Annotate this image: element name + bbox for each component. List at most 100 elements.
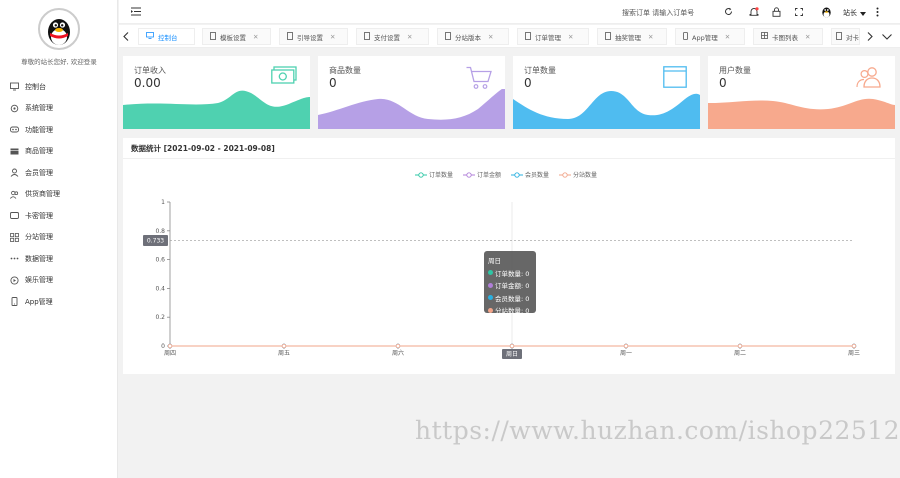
sidebar-item-entertainment[interactable]: 娱乐管理 bbox=[0, 270, 118, 292]
stat-card-order-count: 订单数量 0 bbox=[513, 56, 700, 129]
sidebar-item-features[interactable]: 功能管理 bbox=[0, 119, 118, 141]
tab-substation-version[interactable]: 分站版本 ✕ bbox=[437, 28, 509, 45]
close-icon[interactable]: ✕ bbox=[407, 33, 412, 41]
close-icon[interactable]: ✕ bbox=[330, 33, 335, 41]
sidebar-item-suppliers[interactable]: 供货商管理 bbox=[0, 184, 118, 206]
order-search-input[interactable]: 搜索订单 请输入订单号 bbox=[622, 8, 694, 18]
money-icon bbox=[271, 66, 297, 88]
fullscreen-icon[interactable] bbox=[795, 8, 803, 18]
user-avatar[interactable] bbox=[820, 5, 833, 20]
more-menu-icon[interactable] bbox=[876, 7, 879, 19]
sidebar-item-products[interactable]: 商品管理 bbox=[0, 141, 118, 163]
y-tick-label: 1 bbox=[161, 199, 165, 206]
tab-payment-settings[interactable]: 支付设置 ✕ bbox=[356, 28, 429, 45]
y-tick-label: 0.4 bbox=[155, 285, 165, 292]
sidebar: 尊敬的站长您好, 欢迎登录 控制台 系统管理 功能管理 商品管理 会员管理 供货… bbox=[0, 0, 118, 478]
user-icon bbox=[10, 168, 19, 178]
sidebar-item-data[interactable]: 数据管理 bbox=[0, 248, 118, 270]
monitor-icon bbox=[10, 82, 19, 91]
refresh-icon[interactable] bbox=[724, 7, 733, 18]
watermark: https://www.huzhan.com/ishop22512 bbox=[415, 416, 900, 445]
sidebar-item-dashboard[interactable]: 控制台 bbox=[0, 76, 118, 98]
tabs-dropdown-icon[interactable] bbox=[882, 34, 892, 42]
wave-decoration bbox=[318, 89, 505, 129]
x-tick-label: 周三 bbox=[848, 350, 860, 357]
sidebar-item-system[interactable]: 系统管理 bbox=[0, 98, 118, 120]
username-label[interactable]: 站长 bbox=[843, 8, 857, 18]
sidebar-item-label: 数据管理 bbox=[25, 254, 53, 263]
x-tick-label: 周一 bbox=[620, 350, 632, 357]
tab-label: 引导设置 bbox=[297, 33, 323, 42]
stat-card-order-income: 订单收入 0.00 bbox=[123, 56, 310, 129]
tab-partial[interactable]: 对卡 bbox=[831, 28, 860, 45]
data-point bbox=[623, 343, 629, 349]
users-icon bbox=[10, 190, 19, 199]
stat-card-user-count: 用户数量 0 bbox=[708, 56, 895, 129]
wave-decoration bbox=[708, 98, 895, 129]
stat-card-value: 0 bbox=[719, 76, 727, 90]
avatar[interactable] bbox=[38, 8, 80, 50]
phone-icon bbox=[10, 297, 19, 307]
tooltip-row: 订单数量: 0 bbox=[495, 269, 530, 278]
close-icon[interactable]: ✕ bbox=[805, 33, 810, 41]
grid-icon bbox=[761, 32, 768, 41]
tab-template-settings[interactable]: 模板设置 ✕ bbox=[202, 28, 271, 45]
lock-icon[interactable] bbox=[772, 7, 781, 19]
tab-app-management[interactable]: App管理 ✕ bbox=[675, 28, 745, 45]
close-icon[interactable]: ✕ bbox=[725, 33, 730, 41]
tab-order-management[interactable]: 订单管理 ✕ bbox=[517, 28, 589, 45]
sidebar-item-label: 系统管理 bbox=[25, 104, 53, 113]
dots-icon bbox=[10, 254, 19, 263]
data-point bbox=[167, 343, 173, 349]
tab-card-list[interactable]: 卡图列表 ✕ bbox=[753, 28, 823, 45]
close-icon[interactable]: ✕ bbox=[488, 33, 493, 41]
wave-decoration bbox=[123, 90, 310, 129]
sidebar-item-label: 分站管理 bbox=[25, 233, 53, 242]
data-point bbox=[395, 343, 401, 349]
stat-card-title: 用户数量 bbox=[719, 66, 751, 75]
tab-label: App管理 bbox=[692, 33, 718, 42]
sidebar-item-label: App管理 bbox=[25, 297, 53, 306]
chevron-down-icon[interactable] bbox=[860, 10, 866, 18]
notification-bell-icon[interactable] bbox=[749, 7, 759, 19]
sidebar-item-cards[interactable]: 卡密管理 bbox=[0, 205, 118, 227]
sidebar-item-label: 功能管理 bbox=[25, 125, 53, 134]
sidebar-item-app[interactable]: App管理 bbox=[0, 291, 118, 313]
close-icon[interactable]: ✕ bbox=[568, 33, 573, 41]
menu-toggle-icon[interactable] bbox=[131, 7, 141, 18]
tooltip-dot bbox=[488, 270, 493, 275]
sidebar-item-label: 控制台 bbox=[25, 82, 46, 91]
tab-dashboard[interactable]: 控制台 bbox=[138, 28, 195, 45]
document-icon bbox=[445, 31, 451, 42]
document-icon bbox=[525, 31, 531, 42]
tab-label: 卡图列表 bbox=[772, 33, 798, 42]
sidebar-item-label: 会员管理 bbox=[25, 168, 53, 177]
tab-lottery-management[interactable]: 抽奖管理 ✕ bbox=[597, 28, 667, 45]
tab-label: 对卡 bbox=[846, 33, 859, 42]
document-icon bbox=[287, 31, 293, 42]
tab-label: 分站版本 bbox=[455, 33, 481, 42]
stat-card-title: 订单收入 bbox=[134, 66, 166, 75]
phone-icon bbox=[683, 31, 688, 42]
document-icon bbox=[836, 31, 842, 42]
close-icon[interactable]: ✕ bbox=[648, 33, 653, 41]
document-icon bbox=[364, 31, 370, 42]
x-tick-label: 周二 bbox=[734, 350, 746, 357]
crosshair-y-label: 0.733 bbox=[147, 238, 164, 245]
tabs-scroll-right-icon[interactable] bbox=[867, 32, 873, 43]
tooltip-dot bbox=[488, 295, 493, 300]
tooltip-row: 订单金额: 0 bbox=[495, 282, 530, 290]
sidebar-item-members[interactable]: 会员管理 bbox=[0, 162, 118, 184]
box-icon bbox=[10, 147, 19, 156]
top-bar: 搜索订单 请输入订单号 站长 bbox=[119, 0, 900, 24]
tabs-scroll-left-icon[interactable] bbox=[123, 32, 129, 43]
x-tick-label: 周五 bbox=[278, 350, 290, 357]
sidebar-item-substations[interactable]: 分站管理 bbox=[0, 227, 118, 249]
tab-bar: 控制台 模板设置 ✕ 引导设置 ✕ 支付设置 ✕ 分站版本 ✕ 订单管理 ✕ 抽… bbox=[119, 25, 900, 48]
data-point bbox=[281, 343, 287, 349]
sidebar-item-label: 供货商管理 bbox=[25, 190, 60, 199]
tab-guide-settings[interactable]: 引导设置 ✕ bbox=[279, 28, 348, 45]
tab-label: 控制台 bbox=[158, 33, 178, 42]
close-icon[interactable]: ✕ bbox=[253, 33, 258, 41]
document-icon bbox=[605, 31, 611, 42]
